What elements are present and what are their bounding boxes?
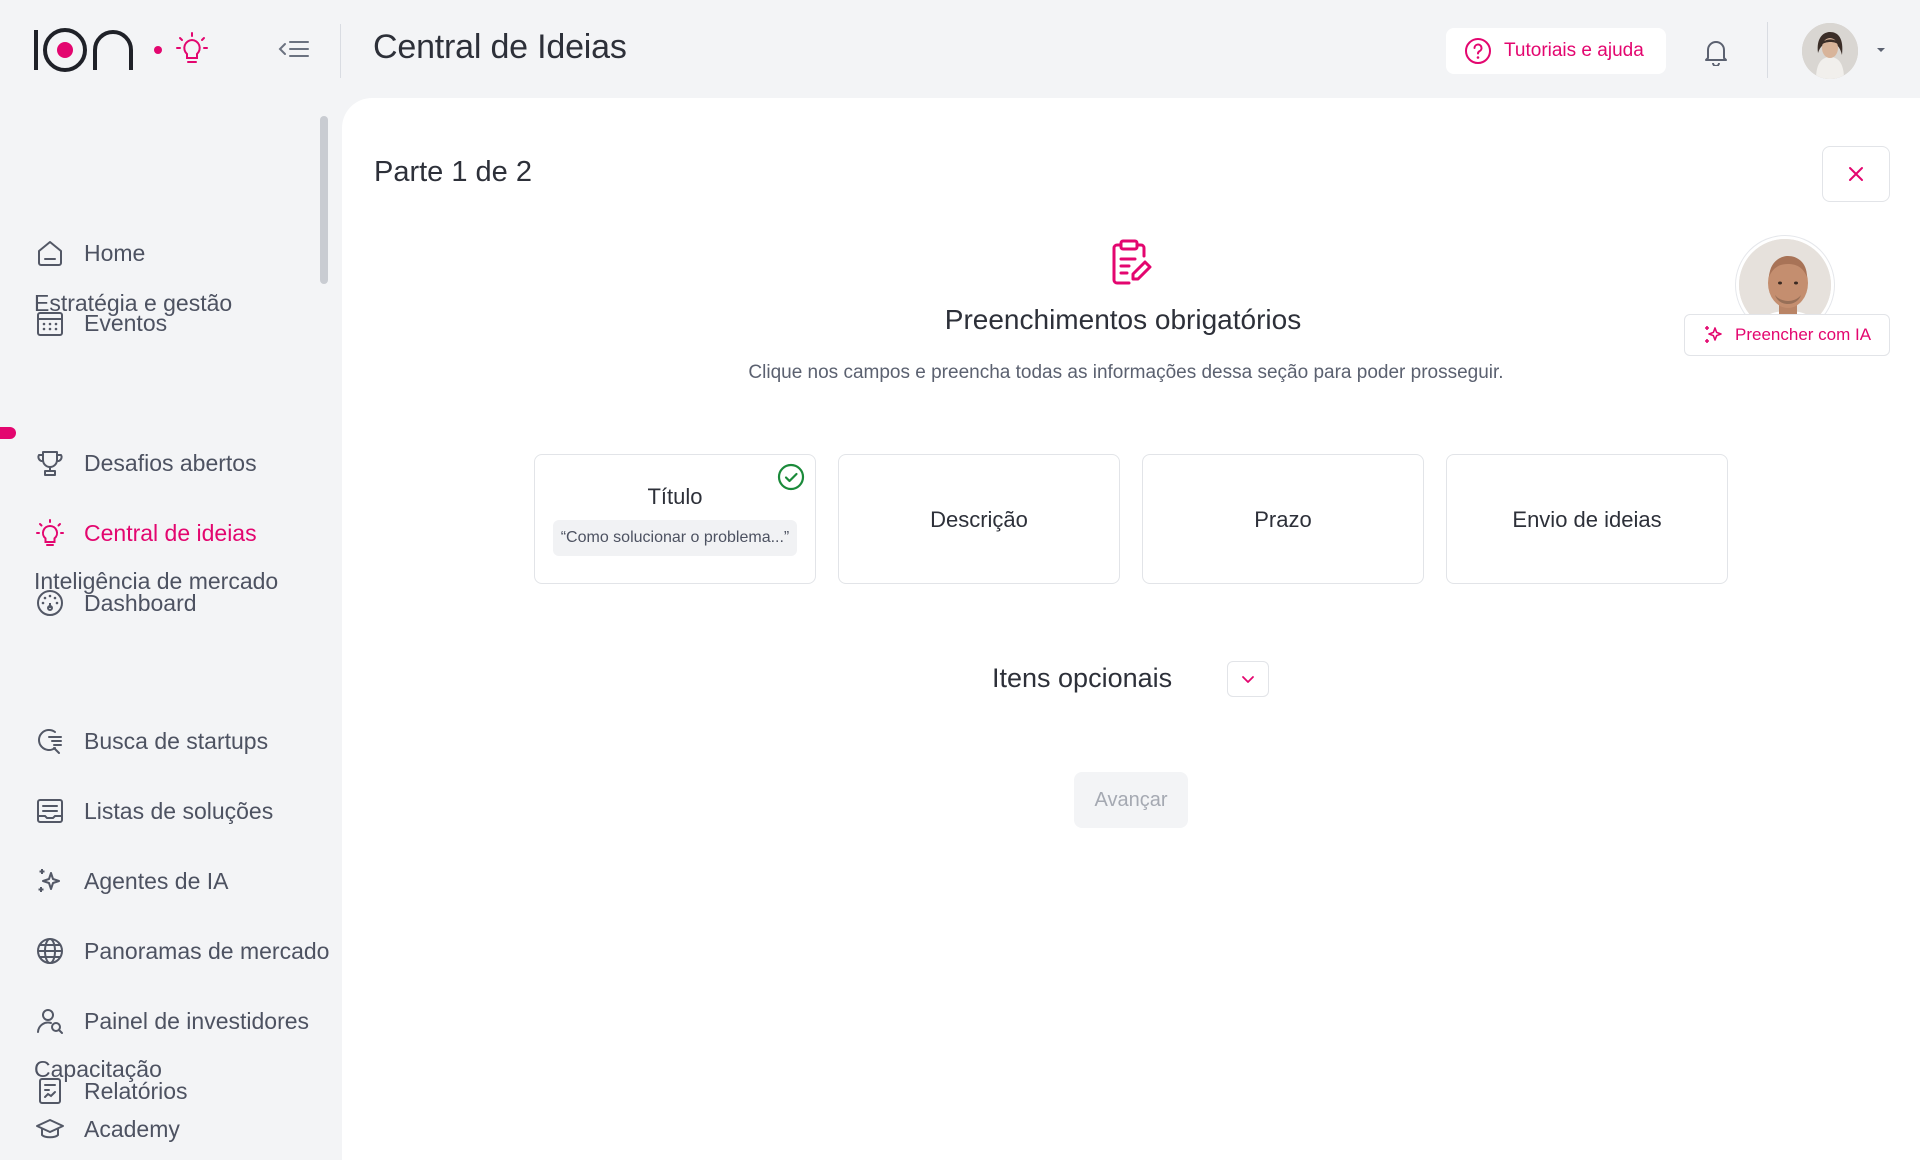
step-indicator: Parte 1 de 2 [374, 156, 532, 188]
active-indicator [0, 427, 16, 439]
close-button[interactable] [1822, 146, 1890, 202]
notifications-button[interactable] [1703, 38, 1729, 66]
close-icon [1849, 167, 1863, 181]
trophy-icon [34, 447, 66, 479]
sidebar-item-label: Desafios abertos [84, 449, 257, 476]
main-panel: Parte 1 de 2 Preenchimentos obrigatórios… [342, 98, 1920, 1160]
bell-icon [1705, 41, 1727, 66]
check-circle-icon [777, 463, 805, 491]
sidebar-item-busca-startups[interactable]: Busca de startups [34, 719, 268, 763]
field-card-titulo[interactable]: Título “Como solucionar o problema...” [534, 454, 816, 584]
caret-down-icon [1877, 48, 1885, 52]
ai-fill-button[interactable]: Preencher com IA [1684, 314, 1890, 356]
required-section-title: Preenchimentos obrigatórios [342, 304, 1910, 336]
sparkles-icon [34, 865, 66, 897]
sidebar-item-home[interactable]: Home [34, 231, 145, 275]
field-card-label: Prazo [1254, 507, 1312, 532]
sidebar-scrollbar[interactable] [320, 116, 328, 284]
globe-icon [34, 935, 66, 967]
help-button[interactable]: Tutoriais e ajuda [1446, 28, 1666, 74]
sidebar-item-academy[interactable]: Academy [34, 1107, 180, 1151]
field-card-prazo[interactable]: Prazo [1142, 454, 1424, 584]
sidebar-item-panoramas[interactable]: Panoramas de mercado [34, 929, 329, 973]
sidebar-item-label: Listas de soluções [84, 797, 274, 824]
investor-icon [34, 1005, 66, 1037]
section-title-estrategia: Estratégia e gestão [34, 290, 233, 316]
sidebar-item-label: Agentes de IA [84, 867, 229, 894]
list-icon [34, 795, 66, 827]
sidebar-item-listas-solucoes[interactable]: Listas de soluções [34, 789, 273, 833]
field-card-label: Envio de ideias [1512, 507, 1662, 532]
sidebar: Home Eventos Estratégia e gestão Desafio… [0, 100, 340, 1160]
optional-items-toggle[interactable] [1227, 661, 1269, 697]
clipboard-edit-icon [1107, 238, 1155, 288]
sidebar-item-painel-investidores[interactable]: Painel de investidores [34, 999, 309, 1043]
sidebar-item-label: Home [84, 239, 146, 266]
sparkles-icon [1705, 326, 1722, 343]
field-card-descricao[interactable]: Descrição [838, 454, 1120, 584]
user-avatar[interactable] [1802, 23, 1858, 79]
user-avatar-image [1802, 23, 1858, 79]
next-button[interactable]: Avançar [1074, 772, 1188, 828]
page-title: Central de Ideias [373, 28, 627, 66]
search-list-icon [34, 725, 66, 757]
section-title-capacitacao: Capacitação [34, 1056, 162, 1082]
lightbulb-logo-icon [176, 32, 208, 63]
header-divider [340, 24, 341, 78]
optional-items-title: Itens opcionais [992, 663, 1173, 693]
collapse-menu-icon [278, 41, 309, 57]
help-circle-icon [1465, 38, 1491, 64]
section-title-inteligencia: Inteligência de mercado [34, 568, 279, 594]
top-bar: Central de Ideias Tutoriais e ajuda [0, 0, 1920, 100]
lightbulb-icon [34, 517, 66, 549]
sidebar-item-label: Busca de startups [84, 727, 269, 754]
collapse-sidebar-button[interactable] [276, 32, 312, 68]
header-divider-right [1767, 22, 1768, 78]
field-card-label: Descrição [930, 507, 1028, 532]
ion-logo-icon [34, 28, 133, 72]
ai-fill-button-label: Preencher com IA [1735, 325, 1872, 344]
sidebar-item-desafios[interactable]: Desafios abertos [34, 441, 257, 485]
field-card-value: “Como solucionar o problema...” [552, 520, 798, 556]
field-card-envio-de-ideias[interactable]: Envio de ideias [1446, 454, 1728, 584]
sidebar-item-label: Central de ideias [84, 519, 257, 546]
required-fields-cards: Título “Como solucionar o problema...” D… [534, 454, 1750, 584]
home-icon [34, 237, 66, 269]
sidebar-item-label: Academy [84, 1115, 180, 1142]
help-button-label: Tutoriais e ajuda [1504, 40, 1644, 61]
graduation-cap-icon [34, 1113, 66, 1145]
sidebar-item-label: Panoramas de mercado [84, 937, 330, 964]
required-section-title-text: Preenchimentos obrigatórios [944, 304, 1302, 335]
sidebar-item-agentes-ia[interactable]: Agentes de IA [34, 859, 229, 903]
chevron-down-icon [1242, 676, 1254, 683]
user-menu-caret[interactable] [1874, 45, 1888, 55]
sidebar-item-label: Painel de investidores [84, 1007, 310, 1034]
sidebar-item-central-de-ideias[interactable]: Central de ideias [34, 511, 257, 555]
field-card-label: Título [647, 484, 703, 509]
logo-separator-dot [154, 46, 162, 54]
required-section-description: Clique nos campos e preencha todas as in… [748, 362, 1504, 383]
logo[interactable] [32, 24, 208, 76]
